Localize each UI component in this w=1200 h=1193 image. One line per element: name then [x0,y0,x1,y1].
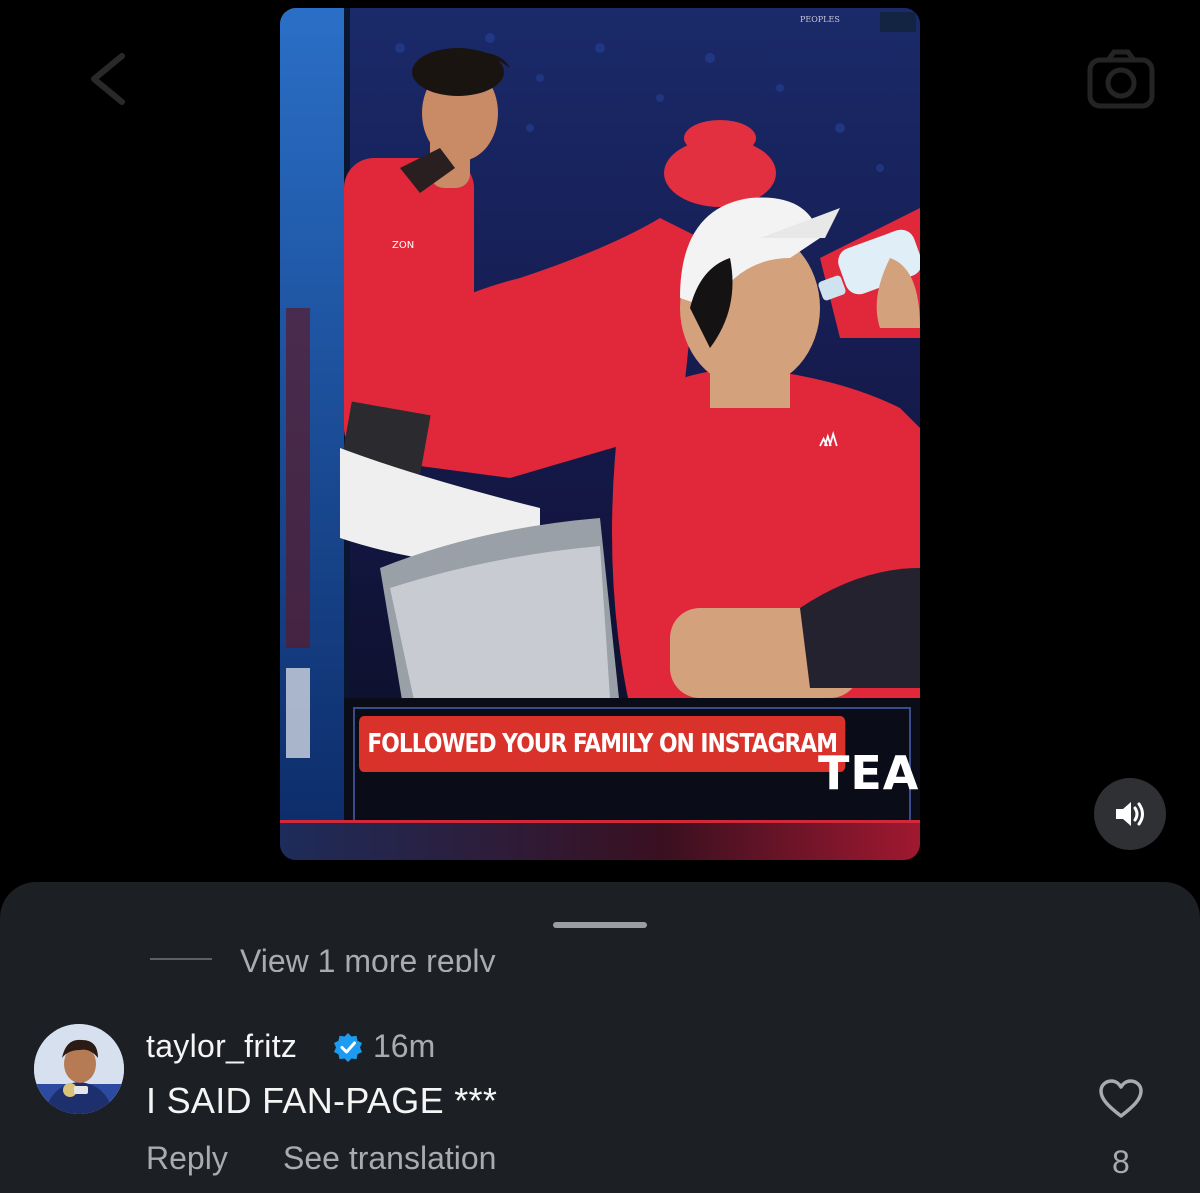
view-more-replies-link[interactable]: View 1 more reply [240,934,496,972]
reply-button[interactable]: Reply [146,1140,228,1177]
video-corner-text: TEAI [818,748,920,798]
heart-icon[interactable] [1098,1078,1144,1120]
video-caption: FOLLOWED YOUR FAMILY ON INSTAGRAM [359,716,846,772]
chevron-left-icon[interactable] [82,50,134,108]
avatar[interactable] [34,1024,124,1114]
comments-sheet: View 1 more reply taylor_fritz 16m I SAI… [0,882,1200,1193]
view-more-replies-label: View 1 more reply [240,943,496,972]
see-translation-button[interactable]: See translation [283,1140,496,1177]
replies-divider [150,958,212,960]
comment-username[interactable]: taylor_fritz [146,1028,297,1065]
shirt-mark: ZON [392,240,414,251]
avatar-image [34,1024,124,1114]
speaker-icon [1116,802,1144,826]
camera-icon[interactable] [1086,48,1156,110]
comment-text: I SAID FAN-PAGE *** [146,1080,498,1121]
like-count: 8 [1112,1144,1130,1180]
screen: ZON PEOPLES FOLLOWED YOUR FAMILY ON INST… [0,0,1200,1193]
verified-badge-icon [334,1033,362,1062]
sound-toggle-button[interactable] [1094,778,1166,850]
comment-timestamp: 16m [373,1028,436,1064]
sheet-drag-handle[interactable] [553,922,647,928]
sponsor-text: PEOPLES [800,15,840,24]
